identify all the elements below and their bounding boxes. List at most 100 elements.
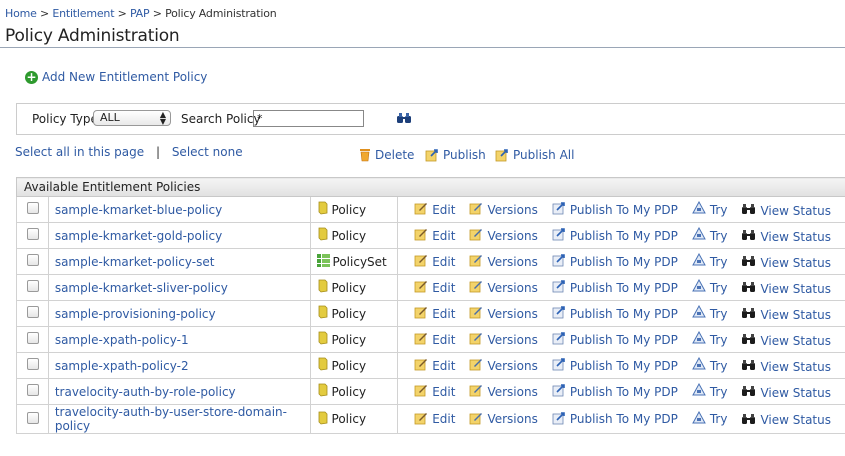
table-header: Available Entitlement Policies [16, 177, 845, 197]
try-link[interactable]: Try [692, 330, 728, 348]
edit-link[interactable]: Edit [414, 331, 455, 348]
add-policy-link[interactable]: + Add New Entitlement Policy [25, 70, 207, 84]
breadcrumb-pap[interactable]: PAP [130, 7, 150, 20]
versions-link[interactable]: Versions [469, 279, 538, 296]
row-checkbox[interactable] [27, 306, 39, 318]
row-checkbox[interactable] [27, 202, 39, 214]
versions-link[interactable]: Versions [469, 201, 538, 218]
add-policy-label[interactable]: Add New Entitlement Policy [42, 70, 207, 84]
edit-link[interactable]: Edit [414, 253, 455, 270]
row-checkbox[interactable] [27, 358, 39, 370]
row-checkbox[interactable] [27, 280, 39, 292]
versions-link[interactable]: Versions [469, 227, 538, 244]
policy-name-cell: sample-kmarket-gold-policy [47, 222, 311, 249]
search-policy-input[interactable]: * [253, 110, 364, 127]
try-link[interactable]: Try [692, 200, 727, 218]
breadcrumb-home[interactable]: Home [5, 7, 37, 20]
edit-link[interactable]: Edit [414, 279, 455, 296]
policy-type-select[interactable]: ALL ▲ ▼ [93, 110, 171, 126]
policy-name-link[interactable]: travelocity-auth-by-user-store-domain-po… [55, 405, 287, 433]
edit-link[interactable]: Edit [414, 201, 455, 218]
policy-type-label: Policy [331, 412, 367, 426]
select-none-link[interactable]: Select none [172, 145, 243, 159]
publish-to-pdp-link[interactable]: Publish To My PDP [552, 357, 678, 374]
view-status-link-label: View Status [760, 255, 831, 270]
publish-to-pdp-link[interactable]: Publish To My PDP [552, 383, 678, 400]
versions-link[interactable]: Versions [469, 331, 538, 348]
try-link[interactable]: Try [692, 356, 727, 374]
binoculars-icon[interactable] [396, 112, 412, 127]
versions-link[interactable]: Versions [469, 411, 538, 428]
versions-icon [469, 357, 483, 374]
breadcrumb-current: Policy Administration [165, 7, 277, 20]
policy-name-link[interactable]: sample-xpath-policy-2 [55, 359, 189, 373]
edit-link-label: Edit [432, 306, 456, 321]
policy-type-label: Policy [331, 384, 367, 399]
try-link-label: Try [709, 332, 728, 347]
try-link[interactable]: Try [692, 278, 727, 296]
policy-name-link[interactable]: sample-provisioning-policy [55, 307, 216, 321]
edit-link-label: Edit [432, 412, 456, 426]
edit-icon [414, 253, 428, 270]
policy-name-link[interactable]: sample-xpath-policy-1 [55, 333, 189, 347]
view-status-link[interactable]: View Status [741, 255, 831, 270]
policy-name-cell: sample-kmarket-blue-policy [47, 196, 311, 223]
versions-link[interactable]: Versions [469, 383, 538, 400]
try-link[interactable]: Try [692, 410, 727, 428]
try-link[interactable]: Try [692, 304, 727, 322]
row-checkbox[interactable] [27, 254, 39, 266]
policy-name-link[interactable]: travelocity-auth-by-role-policy [55, 385, 236, 399]
edit-link[interactable]: Edit [414, 227, 455, 244]
publish-button[interactable]: Publish [425, 148, 486, 162]
publish-to-pdp-link[interactable]: Publish To My PDP [552, 411, 678, 428]
breadcrumb-entitlement[interactable]: Entitlement [52, 7, 114, 20]
delete-label: Delete [375, 148, 415, 162]
policy-actions-cell: Edit Versions Publish To My PDP Try View Sta… [397, 378, 845, 405]
policy-name-link[interactable]: sample-kmarket-gold-policy [55, 229, 222, 243]
policyset-icon [316, 253, 330, 270]
publish-to-pdp-link[interactable]: Publish To My PDP [552, 201, 678, 218]
policy-name-link[interactable]: sample-kmarket-sliver-policy [55, 281, 228, 295]
publish-to-pdp-link[interactable]: Publish To My PDP [552, 331, 678, 348]
edit-link[interactable]: Edit [414, 383, 455, 400]
view-status-link[interactable]: View Status [741, 229, 831, 244]
edit-link[interactable]: Edit [414, 357, 455, 374]
versions-link[interactable]: Versions [469, 357, 538, 374]
view-status-link[interactable]: View Status [741, 333, 831, 348]
row-checkbox[interactable] [27, 228, 39, 240]
view-status-link[interactable]: View Status [741, 281, 831, 296]
try-link[interactable]: Try [692, 226, 727, 244]
policy-icon [317, 383, 329, 400]
policy-icon [317, 305, 329, 322]
publish-to-pdp-link[interactable]: Publish To My PDP [552, 227, 678, 244]
policy-name-link[interactable]: sample-kmarket-blue-policy [55, 203, 222, 217]
row-checkbox[interactable] [27, 332, 39, 344]
publish-all-button[interactable]: Publish All [495, 148, 574, 162]
view-status-link[interactable]: View Status [741, 203, 831, 218]
view-status-link[interactable]: View Status [741, 413, 831, 428]
versions-link[interactable]: Versions [469, 305, 538, 322]
publish-to-pdp-link[interactable]: Publish To My PDP [552, 279, 678, 296]
try-icon [692, 252, 706, 270]
select-all-link[interactable]: Select all in this page [15, 145, 144, 159]
publish-to-pdp-link[interactable]: Publish To My PDP [552, 253, 678, 270]
policy-actions-cell: Edit Versions Publish To My PDP Try View Sta… [397, 300, 845, 327]
versions-link[interactable]: Versions [469, 253, 538, 270]
edit-link-label: Edit [432, 202, 456, 217]
edit-link[interactable]: Edit [414, 411, 455, 428]
try-link[interactable]: Try [692, 252, 727, 270]
try-link[interactable]: Try [692, 382, 727, 400]
row-checkbox[interactable] [27, 384, 39, 396]
publish-to-pdp-link[interactable]: Publish To My PDP [552, 305, 678, 322]
edit-link[interactable]: Edit [414, 305, 455, 322]
search-policy-label: Search Policy [181, 112, 261, 126]
policy-name-link[interactable]: sample-kmarket-policy-set [55, 255, 215, 269]
view-status-link[interactable]: View Status [741, 307, 831, 322]
view-status-link[interactable]: View Status [741, 385, 831, 400]
delete-button[interactable]: Delete [359, 148, 414, 162]
view-status-link[interactable]: View Status [741, 359, 831, 374]
view-status-icon [741, 333, 756, 348]
versions-icon [469, 227, 483, 244]
policy-type-cell: Policy [309, 326, 398, 353]
row-checkbox[interactable] [27, 411, 39, 424]
